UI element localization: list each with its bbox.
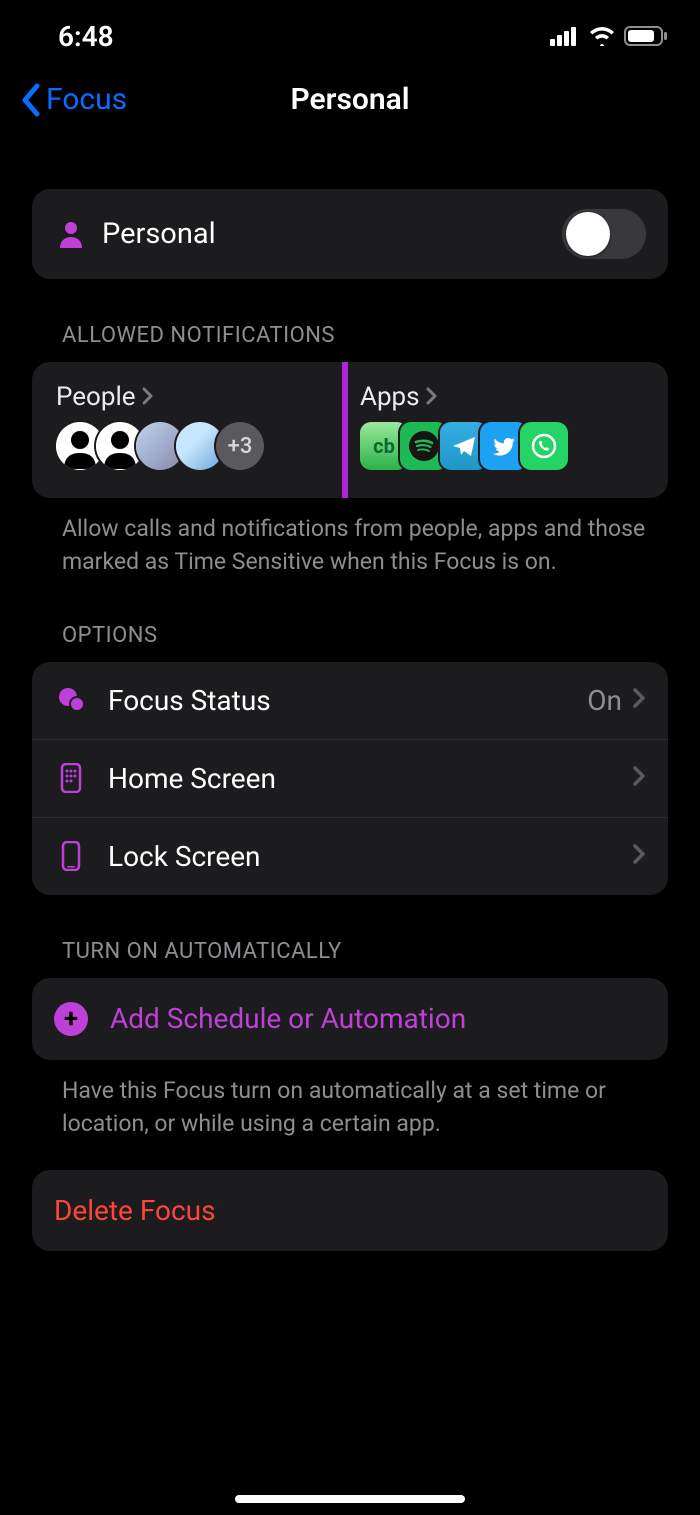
allowed-card: People +3 Apps	[32, 362, 668, 498]
auto-footer: Have this Focus turn on automatically at…	[32, 1060, 668, 1141]
back-label: Focus	[46, 82, 127, 117]
wifi-icon	[588, 26, 616, 46]
focus-status-icon	[54, 687, 88, 713]
chevron-left-icon	[20, 83, 42, 117]
chevron-right-icon	[142, 382, 154, 412]
battery-icon	[624, 26, 668, 46]
toggle-knob	[566, 212, 610, 256]
chevron-right-icon	[632, 763, 646, 793]
focus-name: Personal	[102, 217, 562, 251]
home-screen-icon	[54, 763, 88, 793]
delete-label: Delete Focus	[54, 1194, 216, 1227]
people-label: People	[56, 382, 136, 412]
plus-icon: +	[54, 1002, 88, 1036]
apps-stack: cb	[360, 422, 644, 470]
delete-card: Delete Focus	[32, 1170, 668, 1251]
allowed-header: ALLOWED NOTIFICATIONS	[32, 279, 668, 362]
allowed-footer: Allow calls and notifications from peopl…	[32, 498, 668, 579]
nav-bar: Focus Personal	[0, 60, 700, 143]
home-indicator[interactable]	[235, 1495, 465, 1503]
app-icon-whatsapp	[520, 422, 568, 470]
apps-section[interactable]: Apps cb	[360, 382, 644, 470]
options-header: OPTIONS	[32, 579, 668, 662]
focus-toggle-card: Personal	[32, 189, 668, 279]
option-lock-screen[interactable]: Lock Screen	[32, 818, 668, 895]
lock-screen-icon	[54, 841, 88, 871]
status-bar: 6:48	[0, 0, 700, 60]
chevron-right-icon	[632, 685, 646, 715]
person-icon	[54, 220, 88, 248]
add-schedule-label: Add Schedule or Automation	[110, 1002, 466, 1035]
option-label: Lock Screen	[108, 840, 632, 873]
focus-toggle-row: Personal	[32, 189, 668, 279]
delete-focus-button[interactable]: Delete Focus	[32, 1170, 668, 1251]
options-card: Focus Status On Home Screen Lock Screen	[32, 662, 668, 895]
people-section[interactable]: People +3	[56, 382, 340, 470]
chevron-right-icon	[426, 382, 438, 412]
option-label: Focus Status	[108, 684, 587, 717]
people-stack: +3	[56, 422, 340, 470]
status-icons	[550, 26, 668, 46]
option-value: On	[587, 684, 622, 717]
option-label: Home Screen	[108, 762, 632, 795]
option-focus-status[interactable]: Focus Status On	[32, 662, 668, 740]
option-home-screen[interactable]: Home Screen	[32, 740, 668, 818]
add-schedule-button[interactable]: + Add Schedule or Automation	[32, 978, 668, 1060]
back-button[interactable]: Focus	[20, 82, 127, 117]
chevron-right-icon	[632, 841, 646, 871]
status-time: 6:48	[58, 20, 114, 53]
focus-toggle[interactable]	[562, 209, 646, 259]
more-people-badge: +3	[216, 422, 264, 470]
auto-card: + Add Schedule or Automation	[32, 978, 668, 1060]
apps-label: Apps	[360, 382, 420, 412]
cellular-icon	[550, 26, 580, 46]
auto-header: TURN ON AUTOMATICALLY	[32, 895, 668, 978]
